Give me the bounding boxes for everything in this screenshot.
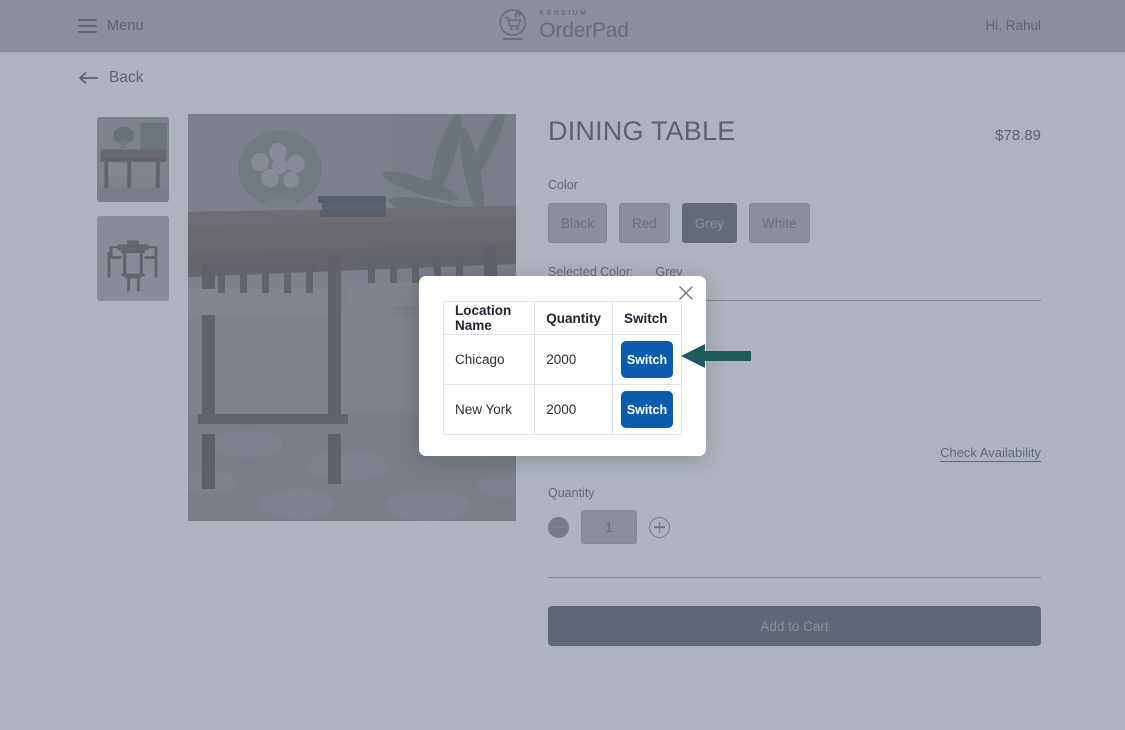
cell-switch-chicago: Switch <box>612 334 682 385</box>
cell-location-chicago: Chicago <box>442 334 536 385</box>
cell-quantity-new-york: 2000 <box>534 384 613 435</box>
switch-button-chicago[interactable]: Switch <box>621 341 673 378</box>
locations-table: Location Name Quantity Switch Chicago 20… <box>442 301 682 435</box>
close-x-glyph <box>679 286 693 300</box>
cell-location-new-york: New York <box>442 384 536 435</box>
cell-quantity-chicago: 2000 <box>534 334 613 385</box>
cell-switch-new-york: Switch <box>612 384 682 435</box>
column-header-location: Location Name <box>442 301 536 335</box>
table-row: New York 2000 Switch <box>442 384 682 435</box>
app-root: Menu KENSIUM OrderPad Hi, Rahul <box>0 0 1125 730</box>
table-header-row: Location Name Quantity Switch <box>442 301 682 335</box>
switch-button-new-york[interactable]: Switch <box>621 391 673 428</box>
column-header-switch: Switch <box>612 301 682 335</box>
table-row: Chicago 2000 Switch <box>442 334 682 385</box>
location-availability-modal: Location Name Quantity Switch Chicago 20… <box>419 276 706 456</box>
column-header-quantity: Quantity <box>534 301 613 335</box>
